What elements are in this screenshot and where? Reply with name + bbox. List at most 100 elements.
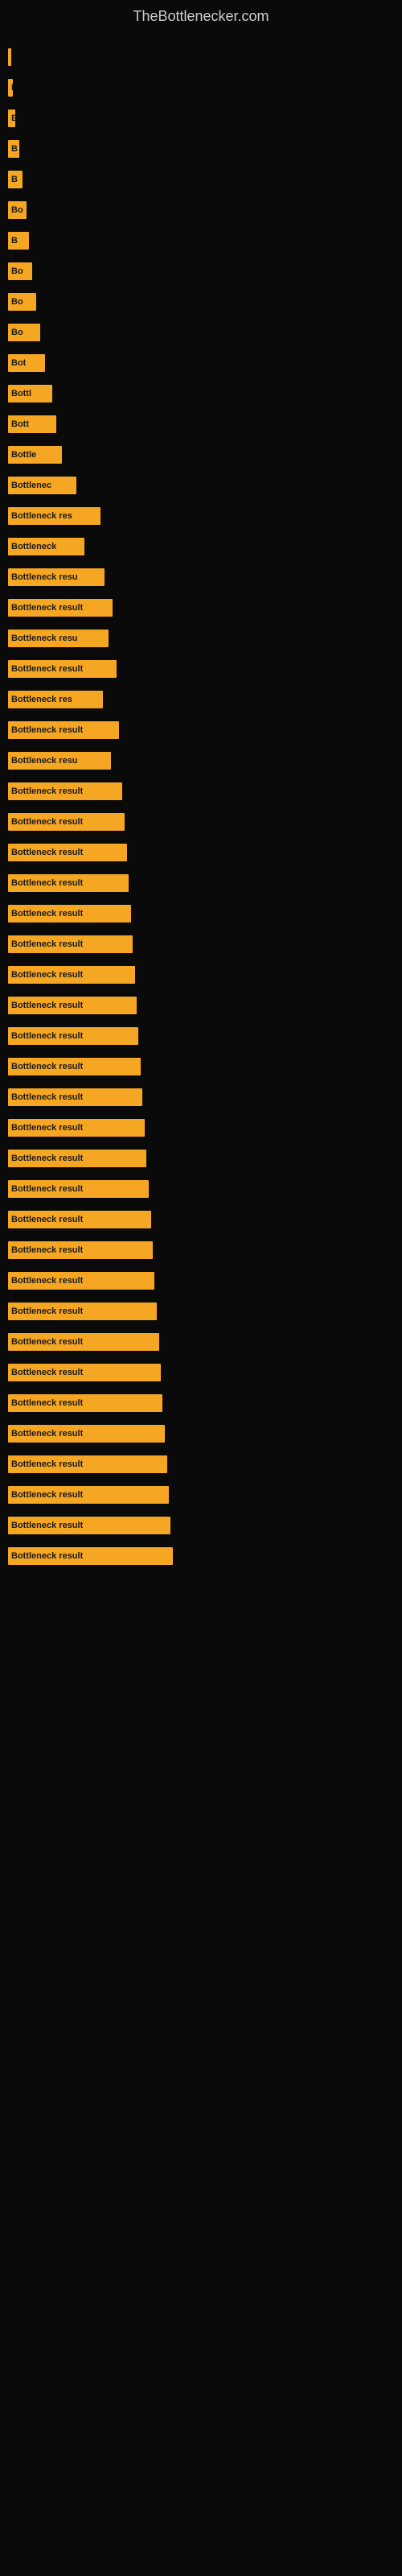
- bar-label: Bottleneck resu: [11, 634, 78, 643]
- bar-row: Bottleneck result: [8, 871, 394, 895]
- bar-item: Bottleneck resu: [8, 630, 109, 647]
- bar-item: P: [8, 79, 13, 97]
- bar-item: Bottleneck res: [8, 691, 103, 708]
- bar-row: Bottleneck result: [8, 1391, 394, 1415]
- bar-item: Bottleneck resu: [8, 752, 111, 770]
- bar-row: |: [8, 45, 394, 69]
- bar-label: Bottleneck result: [11, 878, 83, 888]
- bar-row: B: [8, 167, 394, 192]
- bar-row: Bottleneck result: [8, 1238, 394, 1262]
- bar-label: Bottleneck result: [11, 1490, 83, 1500]
- bar-label: Bottleneck result: [11, 1368, 83, 1377]
- bar-item: Bo: [8, 201, 27, 219]
- bar-row: P: [8, 76, 394, 100]
- bar-label: Bottleneck result: [11, 1337, 83, 1347]
- bar-row: Bottleneck result: [8, 1146, 394, 1170]
- bar-row: Bottleneck result: [8, 840, 394, 865]
- bar-item: Bottleneck result: [8, 966, 135, 984]
- bar-row: Bottleneck result: [8, 1055, 394, 1079]
- bar-row: Bottleneck: [8, 535, 394, 559]
- bar-row: Bottleneck result: [8, 993, 394, 1018]
- bar-row: Bottleneck result: [8, 718, 394, 742]
- bar-label: Bottleneck resu: [11, 572, 78, 582]
- bar-row: Bottleneck res: [8, 504, 394, 528]
- bar-row: B: [8, 229, 394, 253]
- bar-item: Bottleneck: [8, 538, 84, 555]
- bar-label: Bottleneck result: [11, 664, 83, 674]
- bar-item: Bottleneck res: [8, 507, 100, 525]
- bar-label: Bottleneck result: [11, 1245, 83, 1255]
- bar-label: Bottleneck result: [11, 939, 83, 949]
- bar-item: Bottleneck result: [8, 997, 137, 1014]
- bar-label: Bottleneck result: [11, 1307, 83, 1316]
- bar-item: Bottleneck result: [8, 935, 133, 953]
- bar-item: B: [8, 232, 29, 250]
- bar-label: Bot: [11, 358, 26, 368]
- bar-label: Bottleneck: [11, 542, 56, 551]
- bar-label: Bottleneck result: [11, 1276, 83, 1286]
- bar-item: B: [8, 140, 19, 158]
- bar-row: Bottl: [8, 382, 394, 406]
- bar-row: Bottleneck result: [8, 1483, 394, 1507]
- bar-label: Bottleneck result: [11, 786, 83, 796]
- bar-label: Bottleneck result: [11, 603, 83, 613]
- bar-item: Bottleneck resu: [8, 568, 105, 586]
- bar-item: Bottleneck result: [8, 874, 129, 892]
- bar-item: Bottleneck result: [8, 1486, 169, 1504]
- bar-label: Bottleneck result: [11, 817, 83, 827]
- bar-row: Bottleneck result: [8, 1360, 394, 1385]
- bar-item: Bottleneck result: [8, 660, 117, 678]
- bar-row: Bottleneck result: [8, 1024, 394, 1048]
- bar-row: Bottleneck resu: [8, 565, 394, 589]
- bar-label: Bottleneck result: [11, 1154, 83, 1163]
- bar-row: Bottlenec: [8, 473, 394, 497]
- bar-item: Bot: [8, 354, 45, 372]
- bar-row: Bottleneck result: [8, 1452, 394, 1476]
- bar-row: Bo: [8, 320, 394, 345]
- bar-row: Bottleneck result: [8, 657, 394, 681]
- bars-container: |PEBBBoBBoBoBoBotBottlBottBottleBottlene…: [0, 29, 402, 1583]
- bar-row: Bottleneck result: [8, 779, 394, 803]
- bar-label: Bottlenec: [11, 481, 51, 490]
- bar-item: Bottleneck result: [8, 1058, 141, 1075]
- bar-label: Bottleneck result: [11, 1001, 83, 1010]
- bar-row: Bottleneck result: [8, 1208, 394, 1232]
- bar-row: Bott: [8, 412, 394, 436]
- bar-item: Bottleneck result: [8, 782, 122, 800]
- bar-item: Bottlenec: [8, 477, 76, 494]
- bar-item: Bottleneck result: [8, 599, 113, 617]
- bar-row: Bottleneck result: [8, 1544, 394, 1568]
- bar-item: B: [8, 171, 23, 188]
- bar-row: Bottleneck resu: [8, 749, 394, 773]
- bar-label: Bottleneck result: [11, 1521, 83, 1530]
- bar-item: Bottleneck result: [8, 1272, 154, 1290]
- bar-row: Bottleneck result: [8, 596, 394, 620]
- bar-row: Bo: [8, 259, 394, 283]
- bar-row: Bottleneck result: [8, 810, 394, 834]
- site-title: TheBottlenecker.com: [0, 0, 402, 29]
- bar-label: Bottleneck result: [11, 1092, 83, 1102]
- bar-row: Bottleneck result: [8, 1299, 394, 1323]
- bar-item: Bottleneck result: [8, 1394, 162, 1412]
- bar-label: E: [11, 114, 15, 123]
- bar-label: Bottleneck result: [11, 909, 83, 919]
- bar-label: Bottleneck result: [11, 1123, 83, 1133]
- bar-item: Bo: [8, 324, 40, 341]
- bar-row: E: [8, 106, 394, 130]
- bar-label: P: [11, 83, 13, 93]
- bar-row: Bottleneck result: [8, 1513, 394, 1538]
- bar-item: Bottleneck result: [8, 721, 119, 739]
- bar-row: B: [8, 137, 394, 161]
- bar-item: |: [8, 48, 11, 66]
- bar-label: Bottle: [11, 450, 36, 460]
- bar-item: Bo: [8, 293, 36, 311]
- bar-label: B: [11, 236, 18, 246]
- bar-row: Bottleneck result: [8, 902, 394, 926]
- bar-label: Bottleneck result: [11, 725, 83, 735]
- bar-item: Bottl: [8, 385, 52, 402]
- bar-label: Bottleneck res: [11, 511, 72, 521]
- bar-item: Bottleneck result: [8, 1455, 167, 1473]
- bar-item: Bottleneck result: [8, 1547, 173, 1565]
- bar-row: Bottleneck result: [8, 1422, 394, 1446]
- bar-label: Bottleneck result: [11, 1551, 83, 1561]
